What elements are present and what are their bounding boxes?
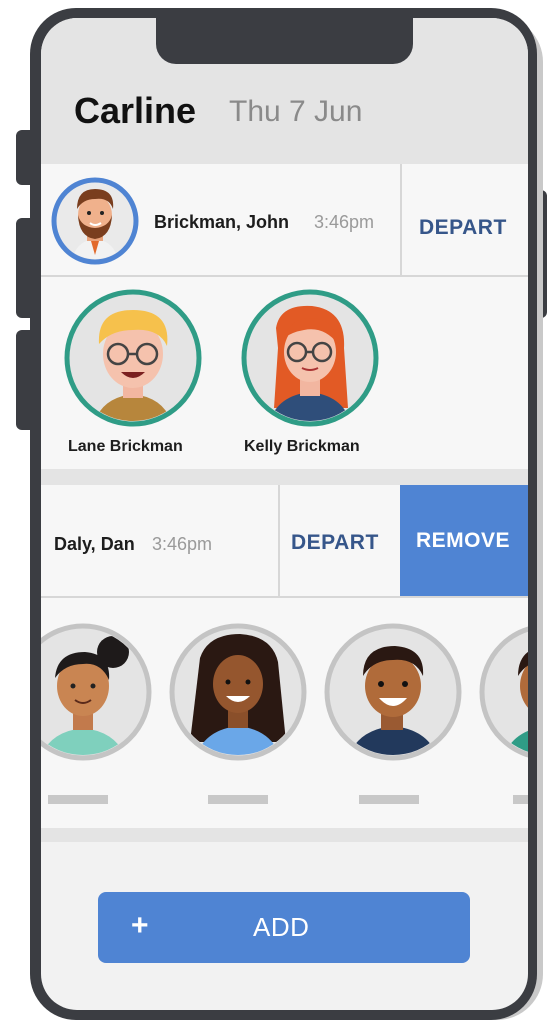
row-divider	[400, 164, 402, 276]
remove-button-label: REMOVE	[416, 529, 511, 552]
student-avatar-3[interactable]	[323, 622, 463, 762]
students-row-brickman: Lane Brickman Kelly Brickman	[41, 277, 528, 469]
app-screen: Carline Thu 7 Jun Brickman, John 3:46pm …	[41, 18, 528, 1010]
section-separator	[41, 469, 528, 485]
student-avatar-kelly[interactable]	[240, 288, 380, 428]
add-button[interactable]: + ADD	[98, 892, 470, 963]
student-name-placeholder	[208, 795, 268, 804]
remove-button[interactable]: REMOVE	[400, 485, 528, 597]
guardian-avatar	[51, 177, 139, 265]
guardian-name: Brickman, John	[154, 212, 290, 232]
phone-notch	[156, 18, 413, 64]
guardian-row-brickman[interactable]: Brickman, John 3:46pm DEPART	[41, 164, 528, 276]
student-avatar-2[interactable]	[168, 622, 308, 762]
guardian-time: 3:46pm	[314, 212, 375, 232]
student-name-lane: Lane Brickman	[68, 438, 183, 455]
depart-button[interactable]: DEPART	[291, 531, 379, 555]
guardian-name: Daly, Dan	[54, 534, 135, 554]
student-avatar-1[interactable]	[41, 622, 153, 762]
student-avatar-4[interactable]	[478, 622, 528, 762]
student-name-kelly: Kelly Brickman	[244, 438, 360, 455]
student-avatar-lane[interactable]	[63, 288, 203, 428]
page-title: Carline	[74, 90, 197, 131]
guardian-time: 3:46pm	[152, 534, 213, 554]
add-button-label: ADD	[253, 912, 310, 942]
row-divider	[278, 485, 280, 597]
depart-button[interactable]: DEPART	[419, 216, 507, 240]
student-name-placeholder	[359, 795, 419, 804]
page-date: Thu 7 Jun	[229, 95, 363, 128]
students-row-daly	[41, 598, 528, 828]
section-separator	[41, 828, 528, 842]
student-name-placeholder	[513, 795, 528, 804]
plus-icon: +	[131, 909, 149, 942]
guardian-row-daly[interactable]: Daly, Dan 3:46pm DEPART REMOVE	[41, 485, 528, 597]
student-name-placeholder	[48, 795, 108, 804]
